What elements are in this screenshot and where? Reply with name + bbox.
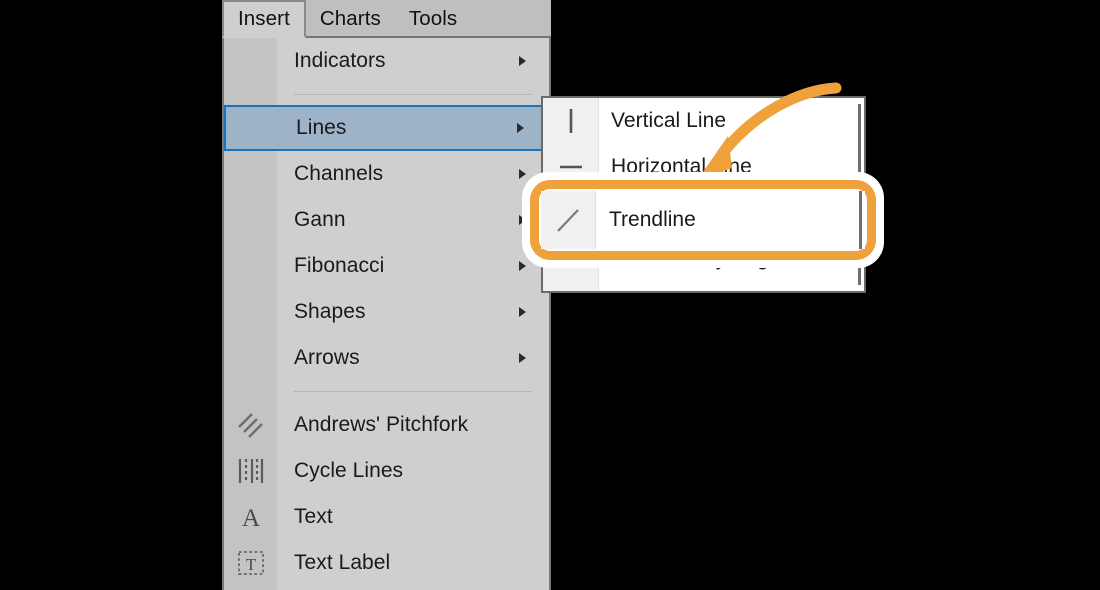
menu-item-arrows[interactable]: Arrows: [224, 335, 549, 381]
tab-insert-label: Insert: [238, 7, 290, 30]
highlighted-trendline-label: Trendline: [609, 208, 696, 231]
menu-item-channels-icon-slot: [224, 151, 277, 197]
insert-dropdown-menu: Indicators Lines Channels Gann Fibonacci…: [222, 38, 551, 590]
menu-bar: Insert Charts Tools: [222, 0, 551, 38]
menu-item-andrews-pitchfork-label: Andrews' Pitchfork: [294, 413, 469, 436]
chevron-right-icon: [519, 307, 549, 317]
insert-menu-list: Indicators Lines Channels Gann Fibonacci…: [224, 38, 549, 590]
pitchfork-icon: [224, 402, 277, 448]
menu-item-text[interactable]: A Text: [224, 494, 549, 540]
menu-item-text-label[interactable]: T Text Label: [224, 540, 549, 586]
screenshot-root: Insert Charts Tools Indicators Lines Cha…: [0, 0, 1100, 590]
text-a-icon: A: [224, 494, 277, 540]
menu-item-arrows-icon-slot: [224, 335, 277, 381]
menu-item-andrews-pitchfork[interactable]: Andrews' Pitchfork: [224, 402, 549, 448]
menu-item-lines-label: Lines: [296, 116, 347, 139]
menu-item-gann[interactable]: Gann: [224, 197, 549, 243]
menu-item-cycle-lines[interactable]: Cycle Lines: [224, 448, 549, 494]
menu-item-gann-icon-slot: [224, 197, 277, 243]
tab-tools[interactable]: Tools: [395, 0, 471, 38]
menu-item-fibonacci-label: Fibonacci: [294, 254, 385, 277]
menu-separator-1: [294, 94, 532, 95]
vertical-line-icon: [543, 98, 598, 144]
svg-text:T: T: [245, 555, 256, 574]
trendline-icon: [541, 191, 596, 249]
menu-item-indicators[interactable]: Indicators: [224, 38, 549, 84]
highlighted-submenu-item-trendline[interactable]: Trendline: [541, 191, 865, 249]
menu-item-shapes-label: Shapes: [294, 300, 366, 323]
menu-bar-tabs: Insert Charts Tools: [222, 0, 471, 38]
menu-item-shapes-icon-slot: [224, 289, 277, 335]
menu-item-gann-label: Gann: [294, 208, 346, 231]
menu-item-text-label: Text: [294, 505, 333, 528]
menu-separator-2: [294, 391, 532, 392]
menu-item-cycle-lines-label: Cycle Lines: [294, 459, 404, 482]
text-label-icon: T: [224, 540, 277, 586]
menu-item-shapes[interactable]: Shapes: [224, 289, 549, 335]
menu-item-text-label-label: Text Label: [294, 551, 391, 574]
tab-insert[interactable]: Insert: [222, 0, 306, 38]
cycle-lines-icon: [224, 448, 277, 494]
menu-item-channels-label: Channels: [294, 162, 384, 185]
menu-item-lines[interactable]: Lines: [224, 105, 549, 151]
menu-item-arrows-label: Arrows: [294, 346, 360, 369]
svg-text:A: A: [241, 505, 259, 531]
chevron-right-icon: [519, 353, 549, 363]
submenu-item-vertical-line[interactable]: Vertical Line: [543, 98, 864, 144]
chevron-right-icon: [519, 56, 549, 66]
menu-item-fibonacci-icon-slot: [224, 243, 277, 289]
highlight-inner-right-edge: [859, 191, 862, 249]
submenu-item-vertical-line-label: Vertical Line: [611, 109, 727, 132]
menu-item-indicators-icon-slot: [224, 38, 277, 84]
menu-item-indicators-label: Indicators: [294, 49, 386, 72]
tab-charts[interactable]: Charts: [306, 0, 395, 38]
tab-charts-label: Charts: [319, 7, 381, 30]
menu-item-channels[interactable]: Channels: [224, 151, 549, 197]
menu-item-lines-icon-slot: [226, 107, 279, 149]
tab-tools-label: Tools: [408, 7, 458, 30]
menu-item-fibonacci[interactable]: Fibonacci: [224, 243, 549, 289]
